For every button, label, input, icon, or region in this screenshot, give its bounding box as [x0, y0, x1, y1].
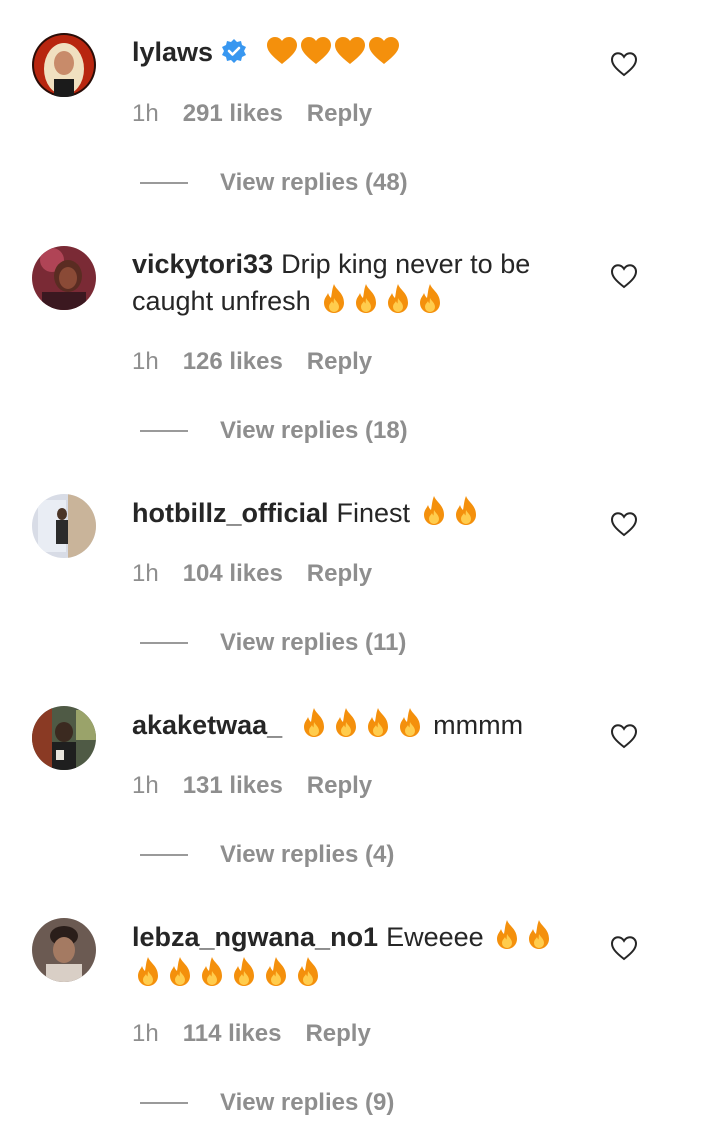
comment-username[interactable]: akaketwaa_	[132, 710, 282, 740]
comment-username[interactable]: lebza_ngwana_no1	[132, 922, 378, 952]
comment-meta: 1h 104 likes Reply	[132, 559, 372, 589]
comment-username[interactable]: lylaws	[132, 37, 213, 67]
fire-emoji-icon	[388, 284, 409, 313]
comment-emoji-row	[418, 496, 482, 528]
comment-emoji-row	[311, 284, 447, 316]
view-replies-button[interactable]: View replies (9)	[220, 1088, 394, 1118]
comment-time: 1h	[132, 560, 159, 587]
comment-time: 1h	[132, 772, 159, 799]
comment-body: mmmm	[433, 710, 524, 740]
view-replies-button[interactable]: View replies (48)	[220, 168, 408, 198]
comment-time: 1h	[132, 1020, 159, 1047]
fire-emoji-icon	[529, 920, 550, 949]
fire-emoji-icon	[356, 284, 377, 313]
like-heart-icon[interactable]	[610, 263, 638, 289]
comment-emoji-row	[290, 708, 433, 740]
reply-button[interactable]: Reply	[307, 348, 372, 375]
avatar[interactable]	[32, 918, 96, 982]
fire-emoji-icon	[367, 708, 388, 737]
fire-emoji-icon	[420, 284, 441, 313]
comment-likes[interactable]: 126 likes	[183, 348, 283, 375]
reply-button[interactable]: Reply	[307, 560, 372, 587]
comment-meta: 1h 114 likes Reply	[132, 1019, 371, 1049]
like-heart-icon[interactable]	[610, 511, 638, 537]
reply-button[interactable]: Reply	[307, 772, 372, 799]
comment-text: hotbillz_official Finest	[132, 494, 572, 531]
fire-emoji-icon	[335, 708, 356, 737]
replies-divider	[140, 430, 188, 432]
avatar[interactable]	[32, 246, 96, 310]
comment-body: Finest	[336, 498, 411, 528]
orange-heart-icon	[266, 37, 297, 64]
fire-emoji-icon	[455, 496, 476, 525]
reply-button[interactable]: Reply	[307, 100, 372, 127]
comment-meta: 1h 126 likes Reply	[132, 347, 372, 377]
comment-username[interactable]: vickytori33	[132, 249, 273, 279]
comment-text: lebza_ngwana_no1 Eweeee	[132, 918, 572, 992]
fire-emoji-icon	[497, 920, 518, 949]
view-replies-button[interactable]: View replies (18)	[220, 416, 408, 446]
replies-divider	[140, 1102, 188, 1104]
view-replies-button[interactable]: View replies (11)	[220, 628, 406, 658]
fire-emoji-icon	[138, 957, 158, 986]
comment-likes[interactable]: 114 likes	[183, 1020, 282, 1047]
like-heart-icon[interactable]	[610, 935, 638, 961]
like-heart-icon[interactable]	[610, 51, 638, 77]
fire-emoji-icon	[399, 708, 420, 737]
avatar[interactable]	[32, 706, 96, 770]
like-heart-icon[interactable]	[610, 723, 638, 749]
comment-likes[interactable]: 131 likes	[183, 772, 283, 799]
orange-heart-icon	[334, 37, 365, 64]
fire-emoji-icon	[298, 957, 318, 986]
verified-badge-icon	[221, 37, 247, 73]
comment-meta: 1h 131 likes Reply	[132, 771, 372, 801]
fire-emoji-icon	[170, 957, 190, 986]
replies-divider	[140, 182, 188, 184]
comment-meta: 1h 291 likes Reply	[132, 99, 372, 129]
avatar[interactable]	[32, 33, 96, 97]
comment-body: Eweeee	[386, 922, 484, 952]
fire-emoji-icon	[303, 708, 324, 737]
fire-emoji-icon	[423, 496, 444, 525]
reply-button[interactable]: Reply	[305, 1020, 370, 1047]
comment-text: vickytori33 Drip king never to be caught …	[132, 246, 572, 319]
comment-text: lylaws	[132, 34, 572, 73]
replies-divider	[140, 854, 188, 856]
comment-likes[interactable]: 104 likes	[183, 560, 283, 587]
avatar[interactable]	[32, 494, 96, 558]
orange-heart-icon	[300, 37, 331, 64]
comment-username[interactable]: hotbillz_official	[132, 498, 329, 528]
fire-emoji-icon	[234, 957, 254, 986]
view-replies-button[interactable]: View replies (4)	[220, 840, 394, 870]
fire-emoji-icon	[266, 957, 286, 986]
comment-likes[interactable]: 291 likes	[183, 100, 283, 127]
comment-time: 1h	[132, 100, 159, 127]
orange-heart-icon	[368, 37, 399, 64]
comment-time: 1h	[132, 348, 159, 375]
fire-emoji-icon	[324, 284, 345, 313]
comment-text: akaketwaa_ mmmm	[132, 706, 572, 743]
replies-divider	[140, 642, 188, 644]
fire-emoji-icon	[202, 957, 222, 986]
comment-emoji-row	[257, 37, 401, 67]
